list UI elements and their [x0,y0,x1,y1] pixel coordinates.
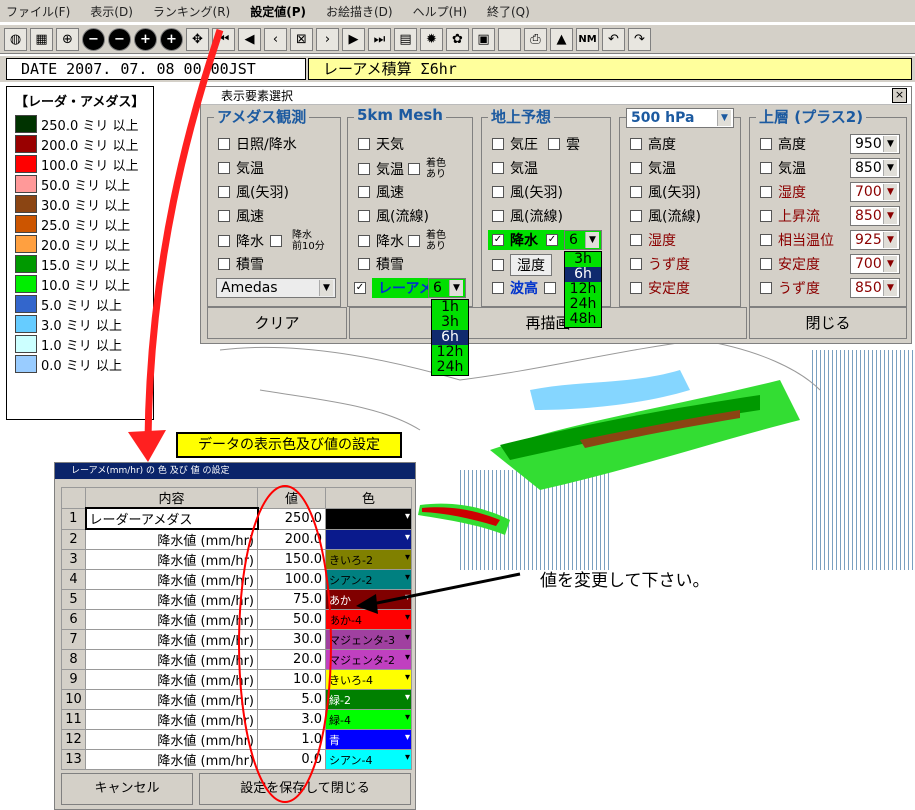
black-arrow-shaft [371,572,521,606]
red-arrow-head [128,430,166,462]
black-arrow-head [356,594,378,614]
red-arrow-shaft [144,28,224,441]
annotation-overlay [128,28,521,803]
value-column-highlight [238,485,332,803]
